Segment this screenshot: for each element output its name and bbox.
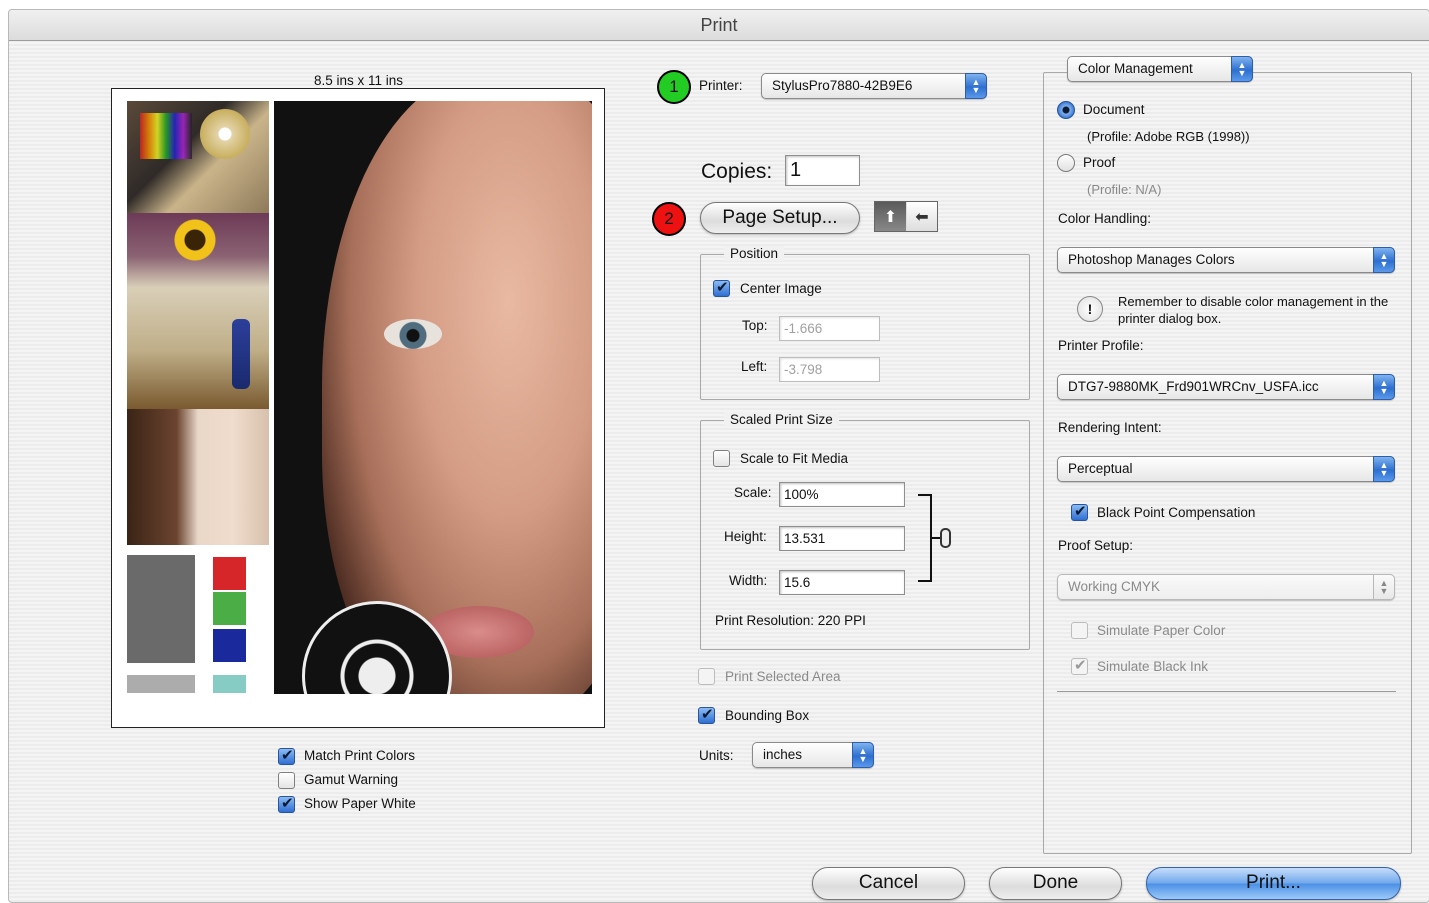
proof-setup-label: Proof Setup:	[1058, 538, 1134, 553]
annotation-badge-1: 1	[657, 70, 691, 104]
color-management-popup[interactable]: Color Management ▲ ▼	[1067, 56, 1253, 82]
printer-label: Printer:	[699, 78, 743, 93]
scale-label: Scale:	[734, 485, 772, 500]
rendering-intent-popup[interactable]: Perceptual ▲ ▼	[1057, 456, 1395, 482]
simulate-black-ink-label: Simulate Black Ink	[1097, 659, 1209, 674]
bounding-box-checkbox[interactable]	[698, 705, 715, 724]
scaled-print-size-title: Scaled Print Size	[724, 412, 839, 427]
preview-portrait	[274, 101, 592, 694]
window-title: Print	[9, 10, 1429, 41]
printer-profile-label: Printer Profile:	[1058, 338, 1144, 353]
panel-divider	[1057, 691, 1396, 692]
print-resolution-label: Print Resolution: 220 PPI	[715, 613, 866, 628]
printer-popup[interactable]: StylusPro7880-42B9E6 ▲ ▼	[761, 73, 987, 99]
portrait-orientation-icon[interactable]: ⬆	[875, 202, 906, 231]
warning-icon: !	[1077, 296, 1103, 322]
copies-field[interactable]: 1	[785, 155, 860, 186]
popup-arrows-icon: ▲ ▼	[1373, 374, 1395, 400]
left-field[interactable]: -3.798	[779, 357, 880, 382]
units-popup[interactable]: inches ▲ ▼	[752, 742, 874, 768]
gamut-warning-label: Gamut Warning	[304, 772, 399, 787]
popup-arrows-icon: ▲ ▼	[1231, 56, 1253, 82]
simulate-black-ink-checkbox[interactable]	[1071, 656, 1088, 675]
orientation-toggle: ⬆ ⬅	[874, 201, 938, 232]
black-point-compensation-checkbox[interactable]	[1071, 502, 1088, 521]
print-button[interactable]: Print...	[1146, 867, 1401, 900]
height-field[interactable]: 13.531	[779, 526, 905, 551]
top-field[interactable]: -1.666	[779, 316, 880, 341]
popup-arrows-icon: ▲ ▼	[852, 742, 874, 768]
printer-value: StylusPro7880-42B9E6	[772, 78, 913, 93]
popup-arrows-icon: ▲ ▼	[1373, 247, 1395, 273]
preview-tile-vase	[232, 319, 250, 389]
simulate-paper-color-label: Simulate Paper Color	[1097, 623, 1226, 638]
units-value: inches	[763, 747, 803, 762]
preview-swatch-green	[213, 592, 246, 625]
paper-size-label: 8.5 ins x 11 ins	[314, 73, 404, 88]
color-handling-value: Photoshop Manages Colors	[1068, 252, 1235, 267]
preview-tile-cd	[200, 109, 250, 159]
preview-tile-colorbars	[140, 113, 192, 159]
proof-label: Proof	[1083, 155, 1116, 170]
popup-arrows-icon: ▲ ▼	[965, 73, 987, 99]
top-label: Top:	[742, 318, 768, 333]
copies-label: Copies:	[701, 160, 773, 183]
height-label: Height:	[724, 529, 767, 544]
show-paper-white-label: Show Paper White	[304, 796, 416, 811]
proportion-bracket	[918, 494, 932, 582]
preview-tile-sunflower	[172, 217, 218, 263]
proof-setup-value: Working CMYK	[1068, 579, 1161, 594]
width-field[interactable]: 15.6	[779, 570, 905, 595]
page-setup-button[interactable]: Page Setup...	[700, 202, 860, 234]
center-image-label: Center Image	[740, 281, 822, 296]
popup-arrows-icon: ▲ ▼	[1373, 574, 1395, 600]
left-label: Left:	[741, 359, 768, 374]
center-image-checkbox[interactable]	[713, 278, 730, 297]
document-profile: (Profile: Adobe RGB (1998))	[1087, 129, 1250, 144]
color-handling-label: Color Handling:	[1058, 211, 1152, 226]
document-radio[interactable]	[1057, 101, 1075, 119]
preview-tile-babies	[127, 409, 269, 545]
width-label: Width:	[729, 573, 768, 588]
black-point-compensation-label: Black Point Compensation	[1097, 505, 1256, 520]
units-label: Units:	[699, 748, 734, 763]
bounding-box-label: Bounding Box	[725, 708, 810, 723]
rendering-intent-label: Rendering Intent:	[1058, 420, 1162, 435]
popup-arrows-icon: ▲ ▼	[1373, 456, 1395, 482]
document-label: Document	[1083, 102, 1145, 117]
scale-to-fit-label: Scale to Fit Media	[740, 451, 849, 466]
match-print-colors-checkbox[interactable]	[278, 746, 295, 765]
rendering-intent-value: Perceptual	[1068, 461, 1133, 476]
printer-profile-popup[interactable]: DTG7-9880MK_Frd901WRCnv_USFA.icc ▲ ▼	[1057, 374, 1395, 400]
position-group-title: Position	[724, 246, 785, 261]
preview-swatch-blue	[213, 629, 246, 662]
simulate-paper-color-checkbox[interactable]	[1071, 622, 1088, 639]
preview-swatch-cyan	[213, 675, 246, 693]
color-management-value: Color Management	[1078, 61, 1193, 76]
preview-swatch-red	[213, 557, 246, 590]
proof-setup-popup[interactable]: Working CMYK ▲ ▼	[1057, 574, 1395, 600]
color-handling-popup[interactable]: Photoshop Manages Colors ▲ ▼	[1057, 247, 1395, 273]
cancel-button[interactable]: Cancel	[812, 867, 965, 900]
portrait-eye	[384, 319, 442, 349]
preview-swatch-lightgray	[127, 675, 195, 693]
show-paper-white-checkbox[interactable]	[278, 794, 295, 813]
scale-field[interactable]: 100%	[779, 482, 905, 507]
warning-text: Remember to disable color management in …	[1118, 294, 1389, 326]
print-preview	[111, 88, 605, 728]
proof-profile: (Profile: N/A)	[1087, 182, 1162, 197]
annotation-badge-2: 2	[652, 202, 686, 236]
gamut-warning-checkbox[interactable]	[278, 772, 295, 789]
printer-profile-value: DTG7-9880MK_Frd901WRCnv_USFA.icc	[1068, 379, 1319, 394]
proof-radio[interactable]	[1057, 154, 1075, 172]
preview-swatch-gray	[127, 555, 195, 663]
print-selected-area-checkbox[interactable]	[698, 668, 715, 685]
done-button[interactable]: Done	[989, 867, 1122, 900]
scale-to-fit-checkbox[interactable]	[713, 450, 730, 467]
print-selected-area-label: Print Selected Area	[725, 669, 841, 684]
landscape-orientation-icon[interactable]: ⬅	[907, 202, 937, 231]
match-print-colors-label: Match Print Colors	[304, 748, 416, 763]
chain-link-icon[interactable]	[940, 528, 951, 548]
